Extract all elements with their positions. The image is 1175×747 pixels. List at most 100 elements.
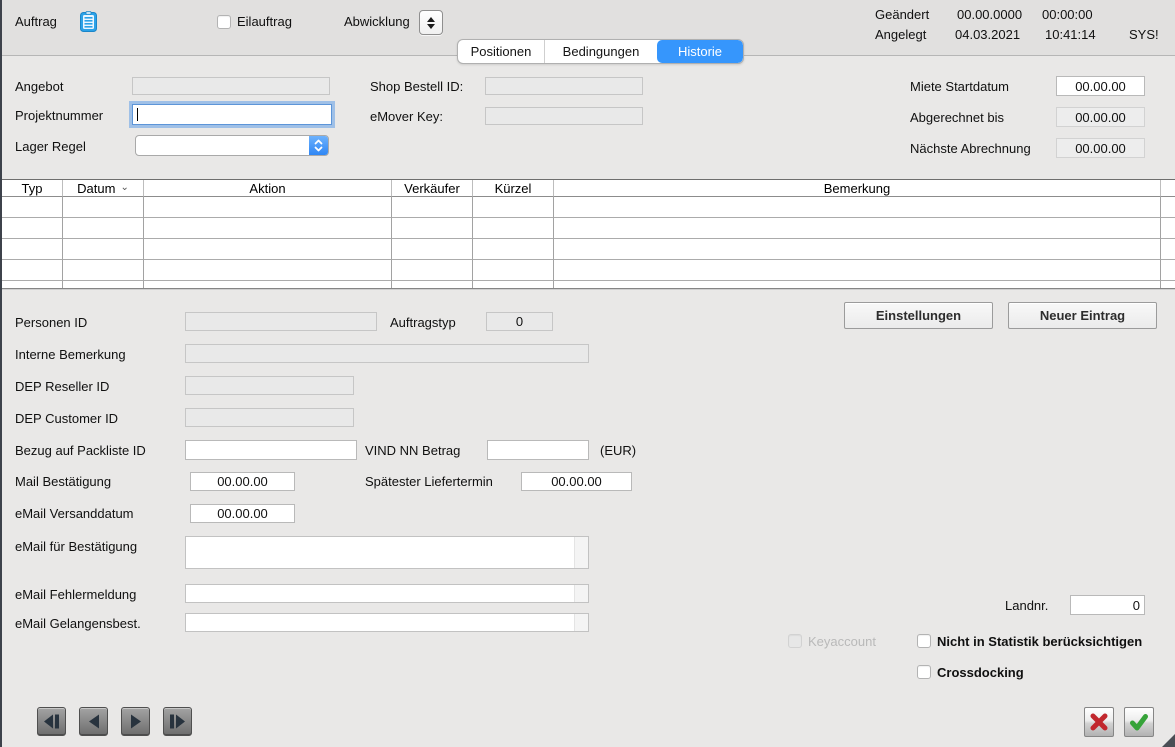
window-resize-grip[interactable] — [1162, 734, 1175, 747]
emover-key-label: eMover Key: — [370, 109, 443, 125]
column-header-typ[interactable]: Typ — [2, 180, 63, 197]
next-record-button[interactable] — [121, 707, 150, 736]
angebot-field[interactable] — [132, 77, 330, 95]
shop-bestell-id-label: Shop Bestell ID: — [370, 79, 463, 95]
window-title: Auftrag — [15, 14, 57, 30]
created-date: 04.03.2021 — [955, 27, 1020, 43]
changed-time: 00:00:00 — [1042, 7, 1093, 23]
changed-date: 00.00.0000 — [957, 7, 1022, 23]
dep-customer-id-field[interactable] — [185, 408, 354, 427]
vind-nn-betrag-field[interactable] — [487, 440, 589, 460]
angebot-label: Angebot — [15, 79, 63, 95]
column-header-bemerkung[interactable]: Bemerkung — [554, 180, 1161, 197]
spaetester-liefertermin-field[interactable] — [521, 472, 632, 491]
history-table: Typ Datum ⌄ Aktion Verkäufer Kürzel Beme… — [2, 179, 1175, 289]
scrollbar-gutter — [574, 537, 588, 568]
email-fuer-bestaetigung-label: eMail für Bestätigung — [15, 539, 137, 555]
table-row[interactable] — [2, 239, 1175, 260]
previous-record-icon — [88, 714, 100, 729]
column-header-kuerzel[interactable]: Kürzel — [473, 180, 554, 197]
emover-key-field[interactable] — [485, 107, 643, 125]
mail-bestaetigung-field[interactable] — [190, 472, 295, 491]
email-versanddatum-field[interactable] — [190, 504, 295, 523]
naechste-abrechnung-field[interactable] — [1056, 138, 1145, 158]
auftrag-window: Auftrag Eilauftrag Abwicklung Geändert 0… — [0, 0, 1175, 747]
confirm-button[interactable] — [1124, 707, 1154, 737]
interne-bemerkung-label: Interne Bemerkung — [15, 347, 126, 363]
eur-label: (EUR) — [600, 443, 636, 459]
lager-regel-label: Lager Regel — [15, 139, 86, 155]
table-row[interactable] — [2, 197, 1175, 218]
cancel-x-icon — [1089, 712, 1109, 732]
auftragstyp-label: Auftragstyp — [390, 315, 456, 331]
sort-chevron-icon: ⌄ — [120, 182, 128, 193]
column-header-aktion[interactable]: Aktion — [144, 180, 392, 197]
email-gelangensbest-field[interactable] — [185, 613, 589, 632]
eilauftrag-checkbox[interactable] — [217, 15, 231, 29]
changed-label: Geändert — [875, 7, 929, 23]
scrollbar-gutter — [574, 614, 588, 631]
shop-bestell-id-field[interactable] — [485, 77, 643, 95]
naechste-abrechnung-label: Nächste Abrechnung — [910, 141, 1031, 157]
email-fehlermeldung-label: eMail Fehlermeldung — [15, 587, 136, 603]
column-header-spacer — [1161, 180, 1175, 197]
keyaccount-checkbox[interactable] — [788, 634, 802, 648]
auftragstyp-field[interactable] — [486, 312, 553, 331]
landnr-field[interactable] — [1070, 595, 1145, 615]
first-record-icon — [43, 714, 60, 729]
neuer-eintrag-button[interactable]: Neuer Eintrag — [1008, 302, 1157, 329]
miete-startdatum-label: Miete Startdatum — [910, 79, 1009, 95]
personen-id-label: Personen ID — [15, 315, 87, 331]
abwicklung-stepper[interactable] — [419, 10, 443, 35]
table-header-row: Typ Datum ⌄ Aktion Verkäufer Kürzel Beme… — [2, 180, 1175, 197]
tab-bedingungen[interactable]: Bedingungen — [545, 40, 657, 63]
tab-positionen[interactable]: Positionen — [458, 40, 545, 63]
cancel-button[interactable] — [1084, 707, 1114, 737]
column-header-datum[interactable]: Datum ⌄ — [63, 180, 144, 197]
landnr-label: Landnr. — [1005, 598, 1048, 614]
personen-id-field[interactable] — [185, 312, 377, 331]
abgerechnet-bis-label: Abgerechnet bis — [910, 110, 1004, 126]
last-record-icon — [169, 714, 186, 729]
abgerechnet-bis-field[interactable] — [1056, 107, 1145, 127]
bezug-packliste-label: Bezug auf Packliste ID — [15, 443, 146, 459]
scrollbar-gutter — [574, 585, 588, 602]
last-record-button[interactable] — [163, 707, 192, 736]
first-record-button[interactable] — [37, 707, 66, 736]
mail-bestaetigung-label: Mail Bestätigung — [15, 474, 111, 490]
email-fuer-bestaetigung-field[interactable] — [185, 536, 589, 569]
table-body — [2, 197, 1175, 288]
eilauftrag-label: Eilauftrag — [237, 14, 292, 30]
keyaccount-label: Keyaccount — [808, 634, 876, 650]
bezug-packliste-field[interactable] — [185, 440, 357, 460]
previous-record-button[interactable] — [79, 707, 108, 736]
statistik-label: Nicht in Statistik berücksichtigen — [937, 634, 1142, 650]
dep-reseller-id-label: DEP Reseller ID — [15, 379, 109, 395]
projektnummer-field[interactable] — [132, 104, 332, 125]
table-row[interactable] — [2, 218, 1175, 239]
column-header-verkaeufer[interactable]: Verkäufer — [392, 180, 473, 197]
einstellungen-button[interactable]: Einstellungen — [844, 302, 993, 329]
email-versanddatum-label: eMail Versanddatum — [15, 506, 134, 522]
miete-startdatum-field[interactable] — [1056, 76, 1145, 96]
projektnummer-label: Projektnummer — [15, 108, 103, 124]
email-gelangensbest-label: eMail Gelangensbest. — [15, 616, 141, 632]
next-record-icon — [130, 714, 142, 729]
table-row[interactable] — [2, 260, 1175, 281]
table-row[interactable] — [2, 281, 1175, 288]
dep-customer-id-label: DEP Customer ID — [15, 411, 118, 427]
statistik-checkbox[interactable] — [917, 634, 931, 648]
email-fehlermeldung-field[interactable] — [185, 584, 589, 603]
tab-historie[interactable]: Historie — [657, 40, 743, 63]
interne-bemerkung-field[interactable] — [185, 344, 589, 363]
column-header-datum-label: Datum — [77, 181, 115, 196]
vind-nn-betrag-label: VIND NN Betrag — [365, 443, 460, 459]
crossdocking-checkbox[interactable] — [917, 665, 931, 679]
lager-regel-select[interactable] — [135, 135, 329, 156]
stepper-up-icon — [427, 17, 435, 22]
chevron-up-down-icon — [309, 136, 328, 155]
dep-reseller-id-field[interactable] — [185, 376, 354, 395]
created-time: 10:41:14 — [1045, 27, 1096, 43]
abwicklung-label: Abwicklung — [344, 14, 410, 30]
created-label: Angelegt — [875, 27, 926, 43]
